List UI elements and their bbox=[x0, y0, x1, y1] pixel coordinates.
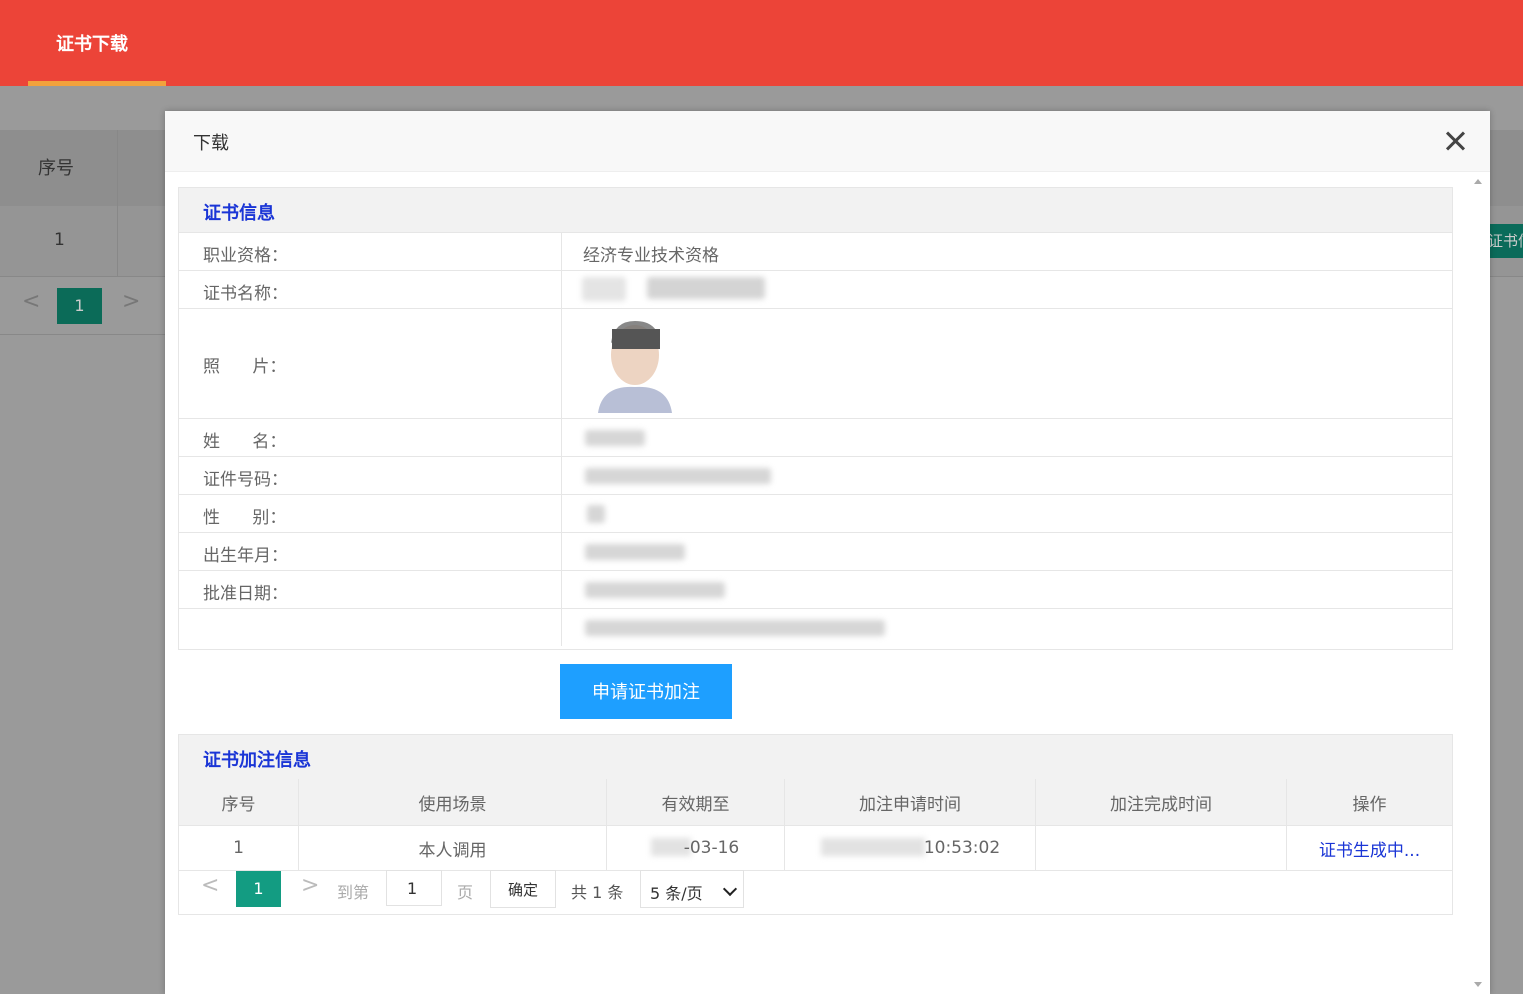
info-value: 经济专业技术资格 bbox=[583, 246, 719, 266]
info-label: 姓 名： bbox=[203, 432, 287, 452]
redacted-value bbox=[585, 582, 725, 598]
scroll-down-icon[interactable] bbox=[1474, 982, 1482, 987]
info-divider bbox=[561, 533, 562, 570]
info-divider bbox=[561, 309, 562, 418]
info-divider bbox=[561, 609, 562, 646]
annotation-info-section: 证书加注信息 序号 使用场景 有效期至 加注申请时间 加注完成时间 操作 1 本… bbox=[178, 734, 1453, 915]
background-next-page-icon[interactable]: > bbox=[122, 289, 140, 314]
info-divider bbox=[561, 571, 562, 608]
info-label: 证书名称： bbox=[203, 284, 288, 304]
total-count: 共 1 条 bbox=[571, 883, 624, 902]
cell-apply-time: 10:53:02 bbox=[784, 825, 1036, 871]
page-size-select[interactable]: 5 条/页 bbox=[640, 870, 744, 908]
section-title: 证书加注信息 bbox=[203, 750, 311, 771]
apply-time-text: 10:53:02 bbox=[923, 838, 1001, 858]
column-header: 有效期至 bbox=[606, 779, 785, 826]
info-divider bbox=[561, 457, 562, 494]
certificate-info-section: 证书信息 职业资格： 经济专业技术资格 证书名称： 照 片： 姓 名： 证件号码… bbox=[178, 187, 1453, 650]
prev-page-icon[interactable]: < bbox=[201, 873, 219, 898]
scroll-up-icon[interactable] bbox=[1474, 179, 1482, 184]
column-header: 操作 bbox=[1286, 779, 1452, 826]
certificate-info-header: 证书信息 bbox=[179, 188, 1452, 233]
annotation-info-header: 证书加注信息 bbox=[179, 735, 1452, 780]
modal-scrollbar[interactable] bbox=[1471, 175, 1485, 991]
background-current-page[interactable]: 1 bbox=[57, 288, 102, 324]
redacted-value bbox=[585, 620, 885, 636]
goto-label: 到第 bbox=[337, 883, 370, 902]
cell-valid-until: -03-16 bbox=[606, 825, 785, 871]
info-row-id-number: 证件号码： bbox=[179, 457, 1452, 495]
redacted-value bbox=[582, 277, 626, 301]
table-header-row: 序号 使用场景 有效期至 加注申请时间 加注完成时间 操作 bbox=[179, 779, 1452, 826]
background-column-index: 序号 bbox=[38, 158, 74, 179]
info-row-name: 姓 名： bbox=[179, 419, 1452, 457]
info-label: 批准日期： bbox=[203, 584, 288, 604]
portrait-photo bbox=[594, 313, 676, 413]
redacted-value bbox=[647, 277, 765, 299]
redacted-value bbox=[585, 430, 645, 446]
valid-until-text: -03-16 bbox=[683, 838, 740, 858]
info-label: 证件号码： bbox=[203, 470, 288, 490]
goto-page-input[interactable] bbox=[386, 870, 442, 906]
redacted-value bbox=[585, 544, 685, 560]
info-label: 出生年月： bbox=[203, 546, 288, 566]
background-prev-page-icon[interactable]: < bbox=[22, 289, 40, 314]
info-divider bbox=[561, 495, 562, 532]
tab-certificate-download[interactable]: 证书下载 bbox=[28, 0, 166, 86]
certificate-generating-link[interactable]: 证书生成中... bbox=[1319, 841, 1420, 861]
modal-header: 下载 bbox=[165, 111, 1490, 172]
info-row-gender: 性 别： bbox=[179, 495, 1452, 533]
redacted-value bbox=[587, 505, 605, 523]
cell-index: 1 bbox=[179, 825, 299, 871]
info-divider bbox=[561, 271, 562, 308]
download-modal: 下载 证书信息 职业资格： 经济专业技术资格 证书名称： 照 片： 姓 名： 证… bbox=[165, 111, 1490, 994]
annotation-table: 序号 使用场景 有效期至 加注申请时间 加注完成时间 操作 1 本人调用 -03… bbox=[179, 779, 1452, 871]
info-label: 职业资格： bbox=[203, 246, 288, 266]
page-label: 页 bbox=[457, 883, 474, 902]
info-label: 照 片： bbox=[203, 357, 287, 377]
column-header: 加注申请时间 bbox=[784, 779, 1036, 826]
info-row-qualification: 职业资格： 经济专业技术资格 bbox=[179, 233, 1452, 271]
info-row-birth: 出生年月： bbox=[179, 533, 1452, 571]
redacted-value bbox=[821, 838, 925, 856]
info-divider bbox=[561, 233, 562, 270]
info-row-extra bbox=[179, 609, 1452, 646]
info-row-certificate-name: 证书名称： bbox=[179, 271, 1452, 309]
info-label: 性 别： bbox=[203, 508, 287, 528]
column-header: 序号 bbox=[179, 779, 299, 826]
info-divider bbox=[561, 419, 562, 456]
redacted-value bbox=[585, 468, 771, 484]
next-page-icon[interactable]: > bbox=[301, 873, 319, 898]
cell-action: 证书生成中... bbox=[1286, 825, 1452, 871]
modal-title: 下载 bbox=[193, 133, 229, 154]
background-column-divider bbox=[117, 130, 118, 276]
top-bar: 证书下载 bbox=[0, 0, 1523, 86]
cell-complete-time bbox=[1035, 825, 1287, 871]
table-row: 1 本人调用 -03-16 10:53:02 证书生成中... bbox=[179, 825, 1452, 871]
background-certificate-button-label: 证书信 bbox=[1488, 232, 1523, 250]
page-size-value: 5 条/页 bbox=[650, 884, 703, 903]
apply-annotation-button[interactable]: 申请证书加注 bbox=[560, 664, 732, 719]
close-icon[interactable] bbox=[1441, 127, 1469, 155]
confirm-goto-button[interactable]: 确定 bbox=[490, 870, 556, 908]
background-certificate-button[interactable]: 证书信 bbox=[1488, 224, 1523, 258]
tab-label: 证书下载 bbox=[56, 34, 128, 55]
cell-scene: 本人调用 bbox=[298, 825, 607, 871]
background-row-index: 1 bbox=[54, 230, 65, 250]
chevron-down-icon bbox=[722, 881, 738, 897]
info-row-approval-date: 批准日期： bbox=[179, 571, 1452, 609]
section-title: 证书信息 bbox=[203, 203, 275, 224]
info-row-photo: 照 片： bbox=[179, 309, 1452, 419]
current-page[interactable]: 1 bbox=[236, 871, 281, 907]
pagination: < 1 > 到第 页 确定 共 1 条 5 条/页 bbox=[179, 867, 1452, 913]
column-header: 使用场景 bbox=[298, 779, 607, 826]
column-header: 加注完成时间 bbox=[1035, 779, 1287, 826]
